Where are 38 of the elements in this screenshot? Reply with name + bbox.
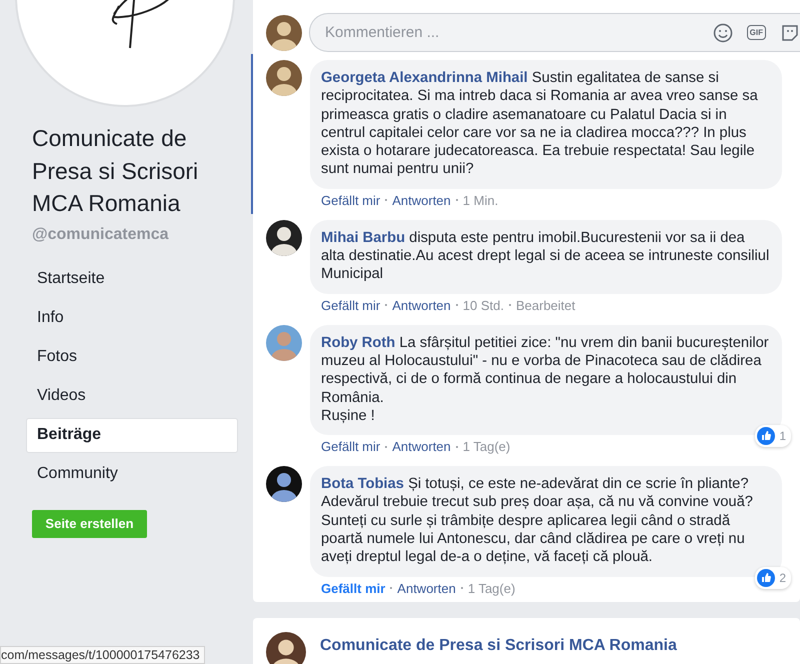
reply-link[interactable]: Antworten	[397, 580, 456, 596]
reply-link[interactable]: Antworten	[392, 192, 451, 208]
comment-field[interactable]: Kommentieren ... GIF	[309, 13, 800, 52]
nav-item[interactable]: Fotos	[26, 340, 238, 374]
avatar[interactable]	[266, 14, 302, 50]
comment-text: Roby Roth La sfârșitul petitiei zice: "nu vrem din banii bucureștenilor muzeu al Holocaustului" - nu e vorba de Pinacoteca sau de clădirea respectivă, ci de o formă continua de negare a holocaustului din România. Rușine !	[321, 334, 770, 426]
like-link[interactable]: Gefällt mir	[321, 192, 380, 208]
nav-item[interactable]: Community	[26, 456, 238, 492]
like-icon	[757, 568, 776, 587]
like-link[interactable]: Gefällt mir	[321, 298, 380, 313]
page-handle: @comunicatemca	[32, 226, 170, 244]
comment-meta: Bearbeitet	[516, 298, 576, 313]
page-title: Comunicate de Presa si Scrisori MCA Romania	[32, 124, 200, 218]
status-url: com/messages/t/100000175476233	[0, 646, 205, 664]
comment-meta: 1 Min.	[462, 192, 498, 208]
like-icon	[757, 427, 776, 446]
comment-text: Mihai Barbu disputa este pentru imobil.Bucurestenii vor sa ii dea alta destinatie.Au acest drept legal si de aceea se intruneste consiliul Municipal	[321, 228, 770, 284]
like-link[interactable]: Gefällt mir	[321, 580, 386, 596]
nav-item[interactable]: Videos	[26, 378, 238, 414]
avatar[interactable]	[266, 60, 302, 96]
avatar[interactable]	[266, 632, 306, 664]
like-link[interactable]: Gefällt mir	[321, 439, 380, 454]
sticker-icon[interactable]	[780, 22, 800, 42]
comment-meta: 1 Tag(e)	[468, 580, 516, 596]
avatar[interactable]	[266, 466, 302, 502]
avatar[interactable]	[266, 220, 302, 256]
nav-item[interactable]: Beiträge	[26, 418, 238, 452]
comment-meta: 1 Tag(e)	[462, 439, 510, 454]
comment-text: Bota Tobias Și totuși, ce este ne-adevărat din ce scrie în pliante? Adevărul trebuie trecut sub preș doar așa, că nu vă convine vouă? Sunteți cu surle și trâmbițe despre aplicarea legii când o stradă poartă numele lui Antonescu, dar când clădirea pe care o vreți nu aveți dreptul legal de-a o deține, vă faceți că plouă.	[321, 475, 754, 567]
post-author-link[interactable]: Comunicate de Presa si Scrisori MCA Romania	[320, 636, 677, 664]
gif-button[interactable]: GIF	[746, 25, 766, 40]
comment-meta: 10 Std.	[462, 298, 504, 313]
nav-item[interactable]: Info	[26, 300, 238, 336]
comment-text: Georgeta Alexandrinna Mihail Sustin egalitatea de sanse si reciprocitatea. Si ma intreb daca si Romania ar avea vreo sanse sa primeasca gratis o cladire asemanatoare cu Palatul Dacia si in centrul capitalei celor care vor sa ne ia cladirea mocca??? In plus exista o hotarare judecatoreasca. Ea trebuie respectata! Sau legile sunt numai pentru unii?	[321, 69, 759, 179]
reply-link[interactable]: Antworten	[392, 298, 451, 313]
smiley-icon[interactable]	[712, 22, 733, 42]
nav-item[interactable]: Startseite	[26, 262, 238, 296]
reply-link[interactable]: Antworten	[392, 439, 451, 454]
